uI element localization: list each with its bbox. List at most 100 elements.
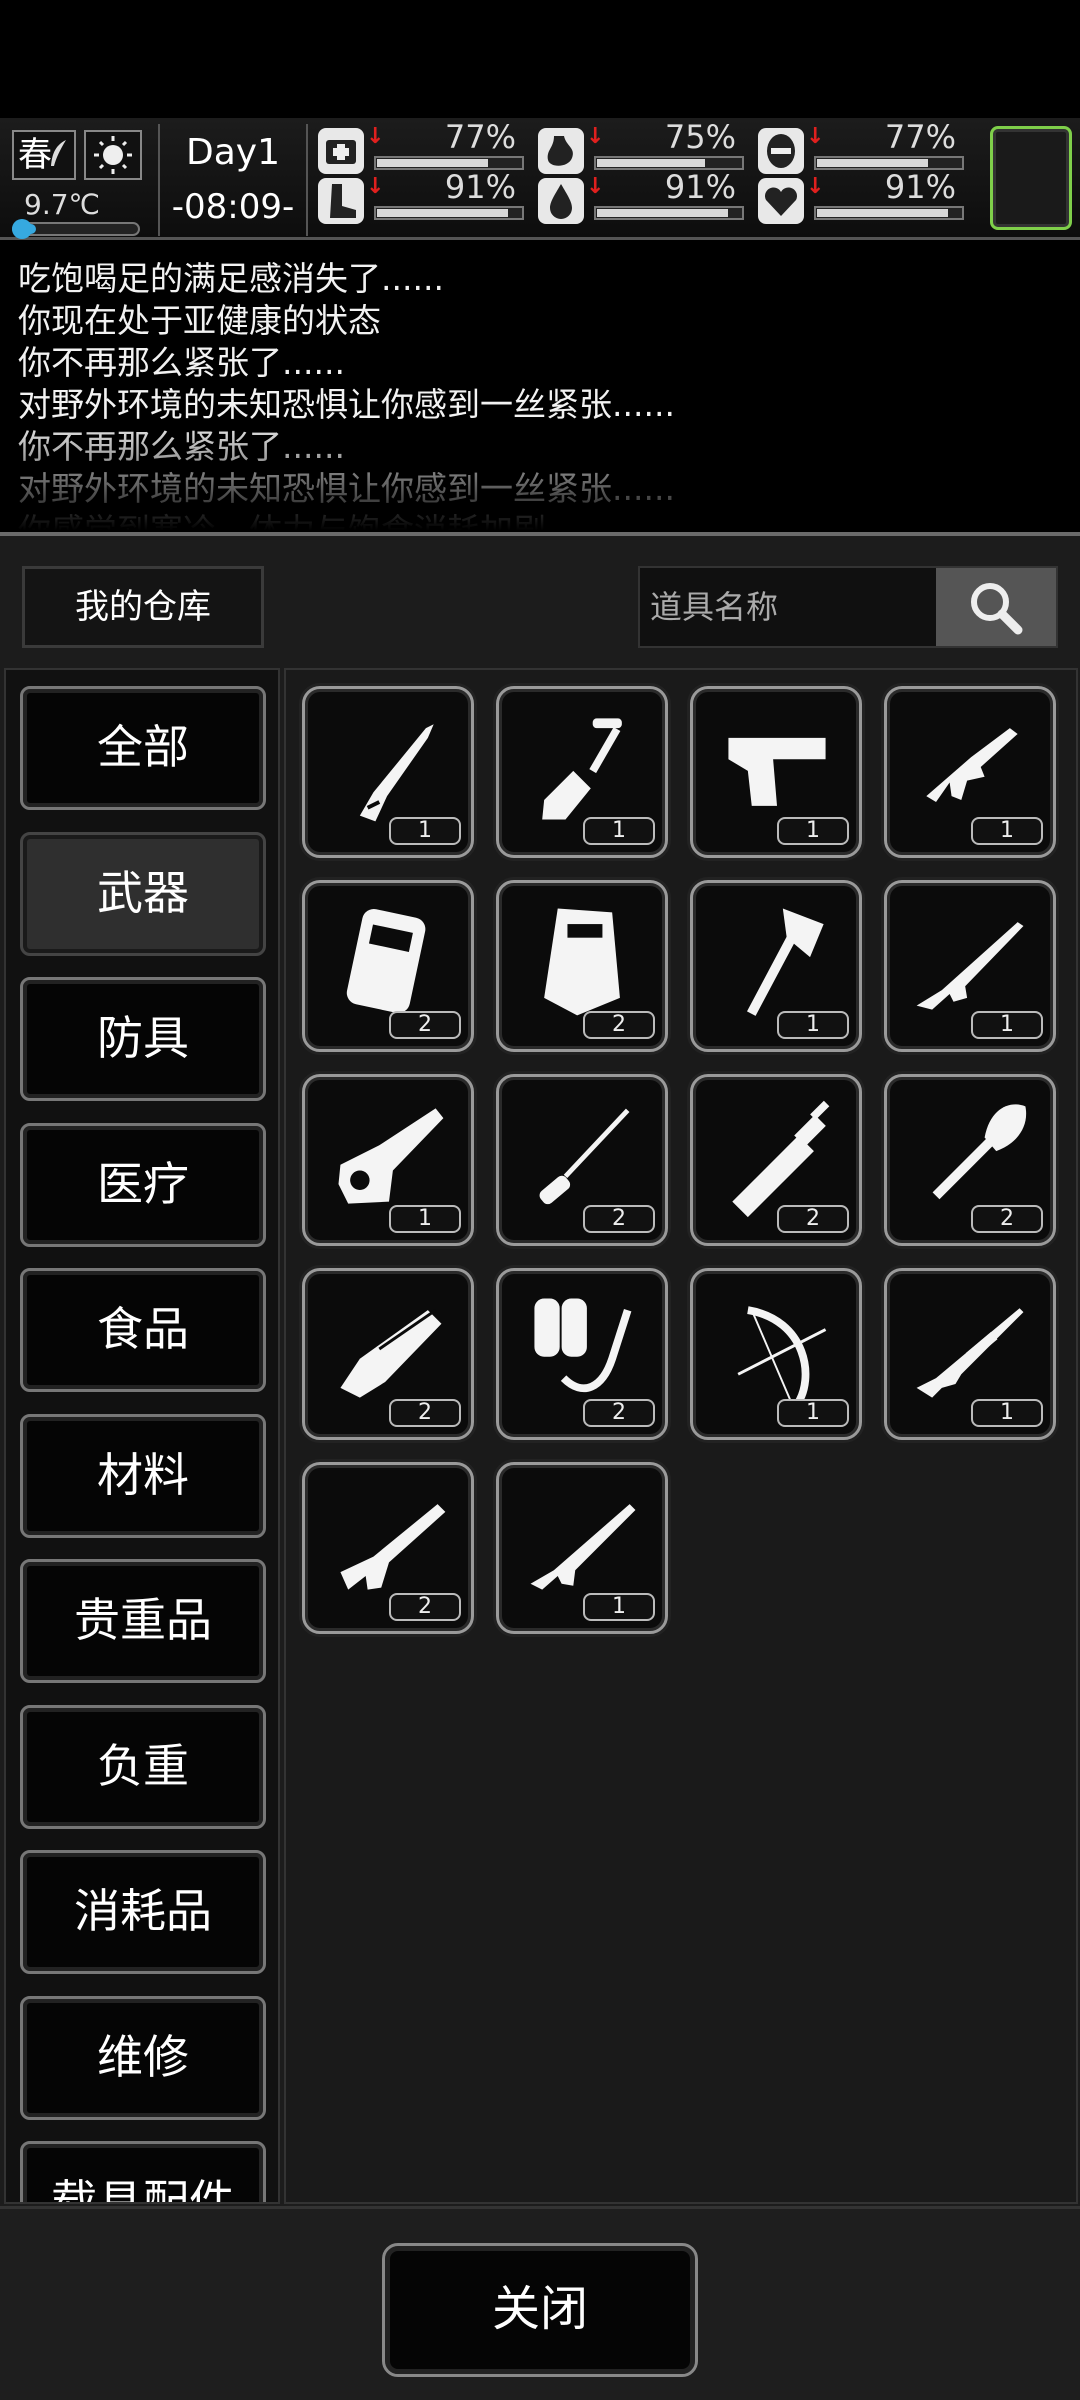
item-slot[interactable]: 1: [690, 880, 862, 1052]
search-box: [638, 566, 1058, 648]
item-quantity: 2: [583, 1205, 655, 1233]
stat-value: 91%: [444, 168, 516, 206]
item-slot[interactable]: 2: [496, 1074, 668, 1246]
medkit-icon: [318, 128, 364, 174]
item-quantity: 1: [389, 817, 461, 845]
stat-boot: ↓ 91%: [318, 168, 528, 226]
item-quantity: 1: [777, 1011, 849, 1039]
shotgun-icon: [340, 1504, 446, 1590]
item-quantity: 2: [583, 1011, 655, 1039]
minigun-icon: [340, 1308, 442, 1398]
category-button[interactable]: 武器: [20, 831, 266, 956]
category-button[interactable]: 防具: [20, 977, 266, 1101]
category-button[interactable]: 消耗品: [20, 1850, 266, 1974]
status-hud: 春 9.7℃ Day1 -08:09- ↓ 77% ↓ 75% ↓ 77% ↓ …: [0, 118, 1080, 240]
message-log: 吃饱喝足的满足感消失了...... 你现在处于亚健康的状态 你不再那么紧张了....…: [0, 244, 1080, 530]
spade-icon: [932, 1104, 1027, 1200]
item-slot[interactable]: 1: [496, 1462, 668, 1634]
category-button[interactable]: 载具配件: [20, 2141, 266, 2202]
item-quantity: 1: [583, 1593, 655, 1621]
temperature-dot: [12, 219, 32, 239]
item-quantity: 2: [389, 1399, 461, 1427]
search-button[interactable]: [936, 568, 1056, 646]
decrease-arrow-icon: ↓: [366, 124, 385, 149]
item-slot[interactable]: 2: [496, 880, 668, 1052]
stomach-icon: [538, 128, 584, 174]
category-button[interactable]: 医疗: [20, 1122, 266, 1247]
log-line: 你不再那么紧张了......: [18, 427, 345, 466]
item-slot[interactable]: 1: [884, 686, 1056, 858]
heart-icon: [758, 178, 804, 224]
item-slot[interactable]: 1: [690, 686, 862, 858]
folding-knife-icon: [359, 724, 434, 822]
day-time-box: Day1 -08:09-: [158, 124, 308, 236]
item-slot[interactable]: 2: [884, 1074, 1056, 1246]
category-button[interactable]: 贵重品: [20, 1559, 266, 1683]
character-slot[interactable]: [990, 126, 1072, 230]
stat-value: 91%: [664, 168, 736, 206]
stat-heart: ↓ 91%: [758, 168, 968, 226]
item-slot[interactable]: 2: [302, 1462, 474, 1634]
temperature-label: 9.7℃: [24, 188, 100, 221]
item-quantity: 1: [971, 1399, 1043, 1427]
category-button[interactable]: 食品: [20, 1268, 266, 1392]
stat-fill: [597, 209, 729, 217]
flamethrower-icon: [534, 1298, 632, 1393]
category-sidebar: 全部武器防具医疗食品材料贵重品负重消耗品维修载具配件: [4, 668, 280, 2204]
category-button[interactable]: 维修: [20, 1995, 266, 2120]
search-icon: [971, 583, 1023, 635]
log-line: 吃饱喝足的满足感消失了......: [18, 259, 444, 298]
category-button[interactable]: 全部: [20, 686, 266, 810]
decrease-arrow-icon: ↓: [586, 124, 605, 149]
assault-rifle-icon: [916, 922, 1024, 1010]
log-line: 对野外环境的未知恐惧让你感到一丝紧张......: [18, 469, 675, 508]
item-slot[interactable]: 1: [302, 686, 474, 858]
item-slot[interactable]: 1: [302, 1074, 474, 1246]
search-input[interactable]: [640, 568, 936, 646]
item-quantity: 2: [583, 1399, 655, 1427]
log-line: 你不再那么紧张了......: [18, 343, 345, 382]
compound-bow-icon: [737, 1306, 827, 1408]
bottom-bar: 关闭: [0, 2206, 1080, 2400]
category-button[interactable]: 材料: [20, 1413, 266, 1538]
warehouse-tab-button[interactable]: 我的仓库: [22, 566, 264, 648]
item-slot[interactable]: 2: [496, 1268, 668, 1440]
item-slot[interactable]: 2: [302, 880, 474, 1052]
item-slot[interactable]: 1: [884, 880, 1056, 1052]
stat-fill: [817, 209, 949, 217]
decrease-arrow-icon: ↓: [366, 174, 385, 199]
log-line: 你现在处于亚健康的状态: [18, 301, 381, 340]
feather-icon: [51, 140, 66, 166]
close-button[interactable]: 关闭: [382, 2243, 698, 2377]
stat-fill: [597, 159, 705, 167]
shovel-icon: [542, 718, 622, 820]
stat-water-drop: ↓ 91%: [538, 168, 748, 226]
water-drop-icon: [538, 178, 584, 224]
item-quantity: 2: [389, 1593, 461, 1621]
smg-icon: [926, 728, 1018, 802]
stat-fill: [377, 209, 509, 217]
item-slot[interactable]: 2: [690, 1074, 862, 1246]
stat-value: 77%: [444, 118, 516, 156]
category-button[interactable]: 负重: [20, 1704, 266, 1829]
sniper-rifle-icon: [916, 1308, 1024, 1398]
warehouse-panel: 我的仓库 全部武器防具医疗食品材料贵重品负重消耗品维修载具配件 1 1 1 1 …: [0, 532, 1080, 2400]
screwdriver-icon: [539, 1108, 630, 1205]
item-quantity: 1: [389, 1205, 461, 1233]
stat-value: 75%: [664, 118, 736, 156]
stat-bar: [374, 206, 524, 220]
log-line: 你感觉到寒冷，体力与饱食消耗加剧: [18, 510, 1062, 530]
item-slot[interactable]: 2: [302, 1268, 474, 1440]
item-slot[interactable]: 1: [690, 1268, 862, 1440]
stat-value: 91%: [884, 168, 956, 206]
mask-icon: [758, 128, 804, 174]
sun-icon: [84, 130, 142, 180]
day-label: Day1: [186, 132, 280, 173]
item-quantity: 1: [583, 817, 655, 845]
item-quantity: 2: [777, 1205, 849, 1233]
item-slot[interactable]: 1: [496, 686, 668, 858]
sword-icon: [732, 1100, 830, 1218]
rifle-icon: [530, 1504, 636, 1590]
stat-bar: [594, 206, 744, 220]
item-slot[interactable]: 1: [884, 1268, 1056, 1440]
